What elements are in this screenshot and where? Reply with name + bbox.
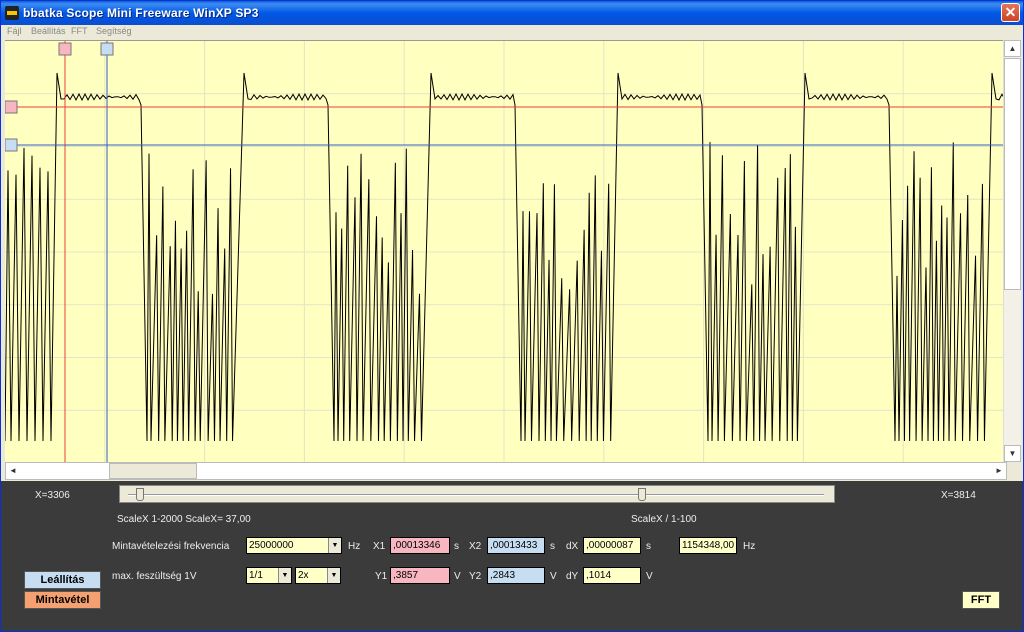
fft-button[interactable]: FFT: [962, 591, 1000, 609]
x1-label: X1: [373, 541, 386, 552]
cursor-y1-handle[interactable]: [5, 100, 18, 114]
window-title: bbatka Scope Mini Freeware WinXP SP3: [23, 6, 259, 20]
scope-display[interactable]: [5, 40, 1003, 463]
control-panel: X=3306 X=3814 ScaleX 1-2000 ScaleX= 37,0…: [1, 481, 1023, 631]
dx-unit: s: [646, 541, 651, 552]
waveform-plot[interactable]: [5, 41, 1003, 463]
title-bar[interactable]: bbatka Scope Mini Freeware WinXP SP3 ✕: [1, 1, 1023, 25]
menu-fft[interactable]: FFT: [71, 26, 88, 36]
menu-help[interactable]: Segítség: [96, 26, 132, 36]
stop-button[interactable]: Leállítás: [24, 571, 101, 589]
scroll-left-icon[interactable]: ◄: [6, 463, 20, 479]
frequency-unit: Hz: [743, 541, 756, 552]
app-window: bbatka Scope Mini Freeware WinXP SP3 ✕ F…: [0, 0, 1024, 632]
y1-label: Y1: [375, 571, 388, 582]
sample-rate-value: 25000000: [249, 540, 294, 551]
x2-unit: s: [550, 541, 555, 552]
dy-unit: V: [646, 571, 653, 582]
sample-button[interactable]: Mintavétel: [24, 591, 101, 609]
slider-groove: [128, 494, 824, 496]
scroll-right-icon[interactable]: ►: [992, 463, 1006, 479]
menu-settings[interactable]: Beállítás: [31, 26, 66, 36]
vertical-scroll-thumb[interactable]: [1004, 58, 1021, 290]
x1-unit: s: [454, 541, 459, 552]
x-start-label: X=3306: [35, 490, 70, 501]
y2-unit: V: [550, 571, 557, 582]
horizontal-scrollbar[interactable]: ◄ ►: [5, 462, 1007, 480]
vertical-scrollbar[interactable]: ▲ ▼: [1003, 40, 1021, 462]
cursor-x2-handle[interactable]: [100, 42, 114, 56]
scroll-up-icon[interactable]: ▲: [1004, 40, 1021, 57]
y2-field[interactable]: ,2843: [487, 567, 545, 584]
dx-field[interactable]: ,00000087: [583, 537, 641, 554]
dy-label: dY: [566, 571, 579, 582]
chevron-down-icon[interactable]: ▼: [328, 538, 341, 553]
chevron-down-icon[interactable]: ▼: [327, 568, 340, 583]
gain-select[interactable]: 2x ▼: [295, 567, 341, 584]
scale-left-text: ScaleX 1-2000 ScaleX= 37,00: [117, 514, 251, 525]
scale-slider[interactable]: [119, 485, 835, 503]
gain-value: 2x: [298, 570, 309, 581]
close-button[interactable]: ✕: [1001, 3, 1020, 22]
sample-rate-unit: Hz: [348, 541, 361, 552]
menu-file[interactable]: Fájl: [7, 26, 22, 36]
scale-slider-thumb-right[interactable]: [638, 488, 646, 501]
scroll-down-icon[interactable]: ▼: [1004, 445, 1021, 462]
max-voltage-label: max. feszültség 1V: [112, 571, 197, 582]
frequency-field[interactable]: 1154348,00: [679, 537, 737, 554]
x2-field[interactable]: ,00013433: [487, 537, 545, 554]
sample-rate-label: Mintavételezési frekvencia: [112, 541, 230, 552]
scale-right-text: ScaleX / 1-100: [631, 514, 697, 525]
y2-label: Y2: [469, 571, 482, 582]
voltage-ratio-select[interactable]: 1/1 ▼: [246, 567, 292, 584]
horizontal-scroll-thumb[interactable]: [109, 463, 197, 479]
dx-label: dX: [566, 541, 579, 552]
x1-field[interactable]: ,00013346: [390, 537, 450, 554]
y1-field[interactable]: ,3857: [390, 567, 450, 584]
scope-grid: [5, 41, 1003, 463]
x-end-label: X=3814: [941, 490, 976, 501]
chevron-down-icon[interactable]: ▼: [278, 568, 291, 583]
cursor-x1-handle[interactable]: [58, 42, 72, 56]
x2-label: X2: [469, 541, 482, 552]
menu-bar: Fájl Beállítás FFT Segítség: [1, 25, 1023, 39]
y1-unit: V: [454, 571, 461, 582]
voltage-ratio-value: 1/1: [249, 570, 263, 581]
sample-rate-select[interactable]: 25000000 ▼: [246, 537, 342, 554]
scale-slider-thumb-left[interactable]: [136, 488, 144, 501]
app-logo-icon: [5, 6, 19, 20]
cursor-y2-handle[interactable]: [5, 138, 18, 152]
dy-field[interactable]: ,1014: [583, 567, 641, 584]
